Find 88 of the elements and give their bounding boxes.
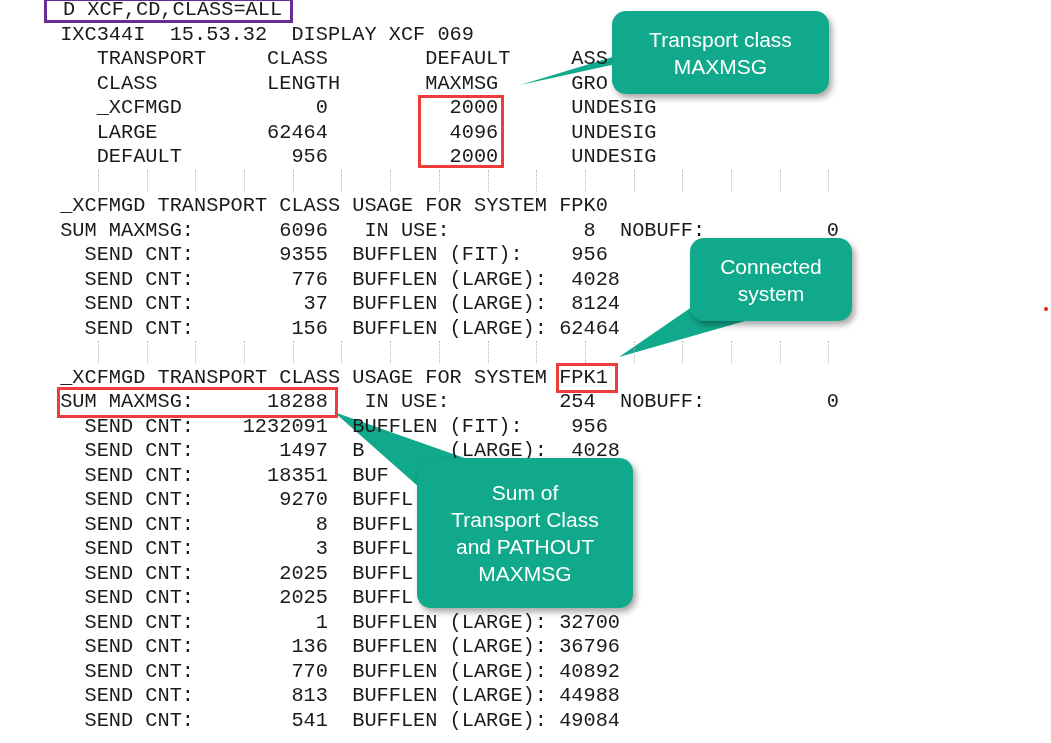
table-cell: UNDESIG [571,120,657,145]
send-count: 156 [291,316,328,341]
system-name: FPK0 [559,194,608,219]
buffer-length: BUFFLEN (LARGE): 36796 [352,635,620,660]
report-title: _XCFMGD TRANSPORT CLASS USAGE FOR SYSTEM [60,194,547,219]
send-count: 3 [315,537,328,562]
column-header: ASS [571,47,608,72]
buffer-length: BUFFL [352,561,414,586]
summary-value: 6096 [279,218,328,243]
table-cell: 2000 [449,145,499,170]
summary-label: NOBUFF: [619,390,706,415]
summary-value: 8 [583,218,596,243]
summary-label: IN USE: [364,218,450,243]
summary-value: 0 [826,390,840,415]
summary-value: 18288 [267,390,328,415]
send-label: SEND CNT: [84,537,195,562]
callout: Sum of Transport Class and PATHOUT MAXMSG [417,458,633,608]
column-header: CLASS [96,71,158,96]
send-label: SEND CNT: [84,561,195,586]
buffer-length: BUFFLEN (FIT): 956 [352,243,608,268]
buffer-length: BUFFLEN (LARGE): 44988 [352,684,620,709]
table-cell: 0 [315,96,328,121]
send-label: SEND CNT: [84,414,195,439]
callout: Transport class MAXMSG [612,11,829,94]
send-count: 2025 [279,586,328,611]
message-line: IXC344I 15.53.32 DISPLAY XCF 069 [60,22,474,47]
send-count: 136 [291,635,328,660]
table-cell: UNDESIG [571,96,657,121]
send-count: 9355 [279,243,328,268]
table-cell: UNDESIG [571,145,657,170]
stray-dot [1044,307,1048,311]
column-header: MAXMSG [425,71,499,96]
send-label: SEND CNT: [84,439,195,464]
send-label: SEND CNT: [84,292,195,317]
table-cell: DEFAULT [96,145,182,170]
buffer-length: BUFFLEN (LARGE): 62464 [352,316,620,341]
send-label: SEND CNT: [84,708,195,733]
send-label: SEND CNT: [84,243,195,268]
send-label: SEND CNT: [84,659,195,684]
callout: Connected system [690,238,852,321]
send-label: SEND CNT: [84,316,195,341]
column-header: DEFAULT [425,47,511,72]
report-title: _XCFMGD TRANSPORT CLASS USAGE FOR SYSTEM [60,365,547,390]
send-label: SEND CNT: [84,267,195,292]
summary-label: SUM MAXMSG: [60,390,195,415]
send-label: SEND CNT: [84,463,195,488]
summary-label: SUM MAXMSG: [60,218,195,243]
column-header: GRO [571,71,608,96]
buffer-length: BUFFL [352,512,414,537]
buffer-length: BUF [352,463,389,488]
buffer-length: BUFFLEN (LARGE): 49084 [352,708,620,733]
send-label: SEND CNT: [84,586,195,611]
buffer-length: BUFFL [352,537,414,562]
send-count: 1232091 [242,414,328,439]
send-count: 776 [291,267,328,292]
send-count: 541 [291,708,328,733]
send-count: 813 [291,684,328,709]
buffer-length: BUFFLEN (LARGE): 40892 [352,659,620,684]
table-cell: _XCFMGD [96,96,182,121]
send-label: SEND CNT: [84,635,195,660]
send-count: 18351 [267,463,328,488]
buffer-length: BUFFL [352,488,414,513]
summary-value: 254 [559,390,596,415]
table-cell: 956 [291,145,328,170]
send-count: 1497 [279,439,328,464]
send-count: 37 [303,292,328,317]
table-cell: 62464 [267,120,328,145]
buffer-length: BUFFLEN (LARGE): 4028 [352,267,620,292]
buffer-length: BUFFLEN (LARGE): 8124 [352,292,620,317]
column-header: CLASS [267,47,328,72]
column-header: LENGTH [267,71,341,96]
send-label: SEND CNT: [84,488,195,513]
send-count: 8 [315,512,328,537]
table-cell: 4096 [449,120,499,145]
send-label: SEND CNT: [84,684,195,709]
send-label: SEND CNT: [84,610,195,635]
send-count: 770 [291,659,328,684]
send-count: 1 [315,610,328,635]
table-cell: LARGE [96,120,158,145]
summary-label: IN USE: [364,390,450,415]
buffer-length: BUFFLEN (LARGE): 32700 [352,610,620,635]
buffer-length: BUFFL [352,586,414,611]
column-header: TRANSPORT [96,47,207,72]
send-label: SEND CNT: [84,512,195,537]
send-count: 2025 [279,561,328,586]
send-count: 9270 [279,488,328,513]
table-cell: 2000 [449,96,499,121]
system-name: FPK1 [559,365,608,390]
